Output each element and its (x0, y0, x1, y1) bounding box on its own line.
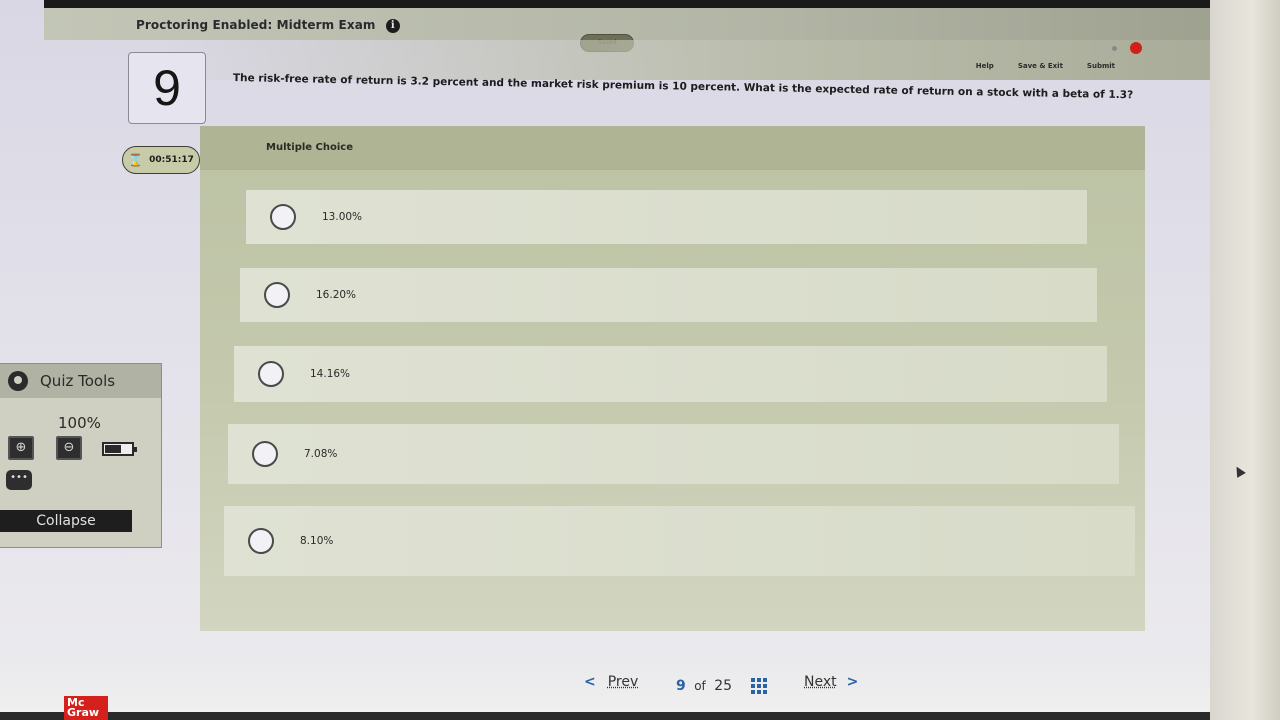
radio-button[interactable] (264, 282, 290, 308)
bottom-navigation: < Prev 9 of 25 Next > (0, 650, 1215, 712)
chat-icon[interactable]: ••• (6, 470, 32, 490)
next-button[interactable]: Next > (804, 674, 858, 690)
choice-label: 16.20% (316, 289, 357, 301)
screen: Proctoring Enabled: Midterm Exam i Saved… (0, 0, 1215, 720)
question-type-label: Multiple Choice (266, 142, 354, 153)
prev-label: Prev (607, 674, 639, 690)
total-pages: 25 (714, 678, 733, 694)
choice-option[interactable]: 16.20% (240, 268, 1097, 322)
choice-label: 8.10% (300, 535, 334, 547)
recording-indicator-icon (1130, 42, 1142, 54)
question-grid-icon[interactable] (751, 678, 767, 694)
zoom-out-icon[interactable]: ⊖ (56, 436, 82, 460)
timer-badge: ⌛ 00:51:17 (122, 146, 200, 174)
timer-value: 00:51:17 (149, 155, 194, 165)
battery-icon (102, 442, 137, 456)
answer-panel-header: Multiple Choice (200, 126, 1145, 170)
current-page: 9 (676, 678, 686, 694)
choice-option[interactable]: 13.00% (246, 190, 1087, 244)
choice-option[interactable]: 14.16% (234, 346, 1107, 402)
choice-option[interactable]: 8.10% (224, 506, 1135, 576)
next-label: Next (804, 674, 837, 690)
chevron-left-icon: < (584, 674, 596, 690)
save-exit-link[interactable]: Save & Exit (1018, 62, 1063, 70)
page-indicator: 9 of 25 (676, 678, 732, 694)
radio-button[interactable] (248, 528, 274, 554)
mcgraw-hill-logo: Mc Graw (64, 696, 108, 720)
prev-button[interactable]: < Prev (584, 674, 638, 690)
collapse-button[interactable]: Collapse (0, 510, 132, 532)
question-number: 9 (128, 52, 206, 124)
choice-option[interactable]: 7.08% (228, 424, 1119, 484)
quiz-tools-header: Quiz Tools (0, 364, 161, 398)
choice-label: 14.16% (310, 368, 351, 380)
radio-button[interactable] (258, 361, 284, 387)
radio-button[interactable] (252, 441, 278, 467)
hourglass-icon: ⌛ (128, 153, 144, 167)
header-links: Help Save & Exit Submit (976, 62, 1115, 70)
of-label: of (694, 679, 706, 693)
radio-button[interactable] (270, 204, 296, 230)
quiz-tools-title: Quiz Tools (40, 372, 116, 390)
quiz-tools-panel: Quiz Tools 100% ⊕ ⊖ ••• Collapse (0, 363, 162, 548)
zoom-in-icon[interactable]: ⊕ (8, 436, 34, 460)
answer-panel: Multiple Choice 13.00% 16.20% 14.16% 7.0… (200, 126, 1145, 631)
submit-link[interactable]: Submit (1087, 62, 1115, 70)
exam-title-text: Proctoring Enabled: Midterm Exam (136, 18, 376, 32)
choice-label: 13.00% (322, 211, 363, 223)
zoom-level: 100% (58, 414, 101, 432)
help-link[interactable]: Help (976, 62, 994, 70)
exam-title: Proctoring Enabled: Midterm Exam i (136, 18, 400, 33)
choice-label: 7.08% (304, 448, 338, 460)
webcam-icon (8, 371, 28, 391)
camera-indicator-icon (1112, 46, 1117, 51)
laptop-bezel-right (1210, 0, 1280, 720)
info-icon[interactable]: i (385, 18, 400, 33)
chevron-right-icon: > (846, 674, 859, 690)
top-header-bar: Proctoring Enabled: Midterm Exam i (44, 0, 1215, 40)
